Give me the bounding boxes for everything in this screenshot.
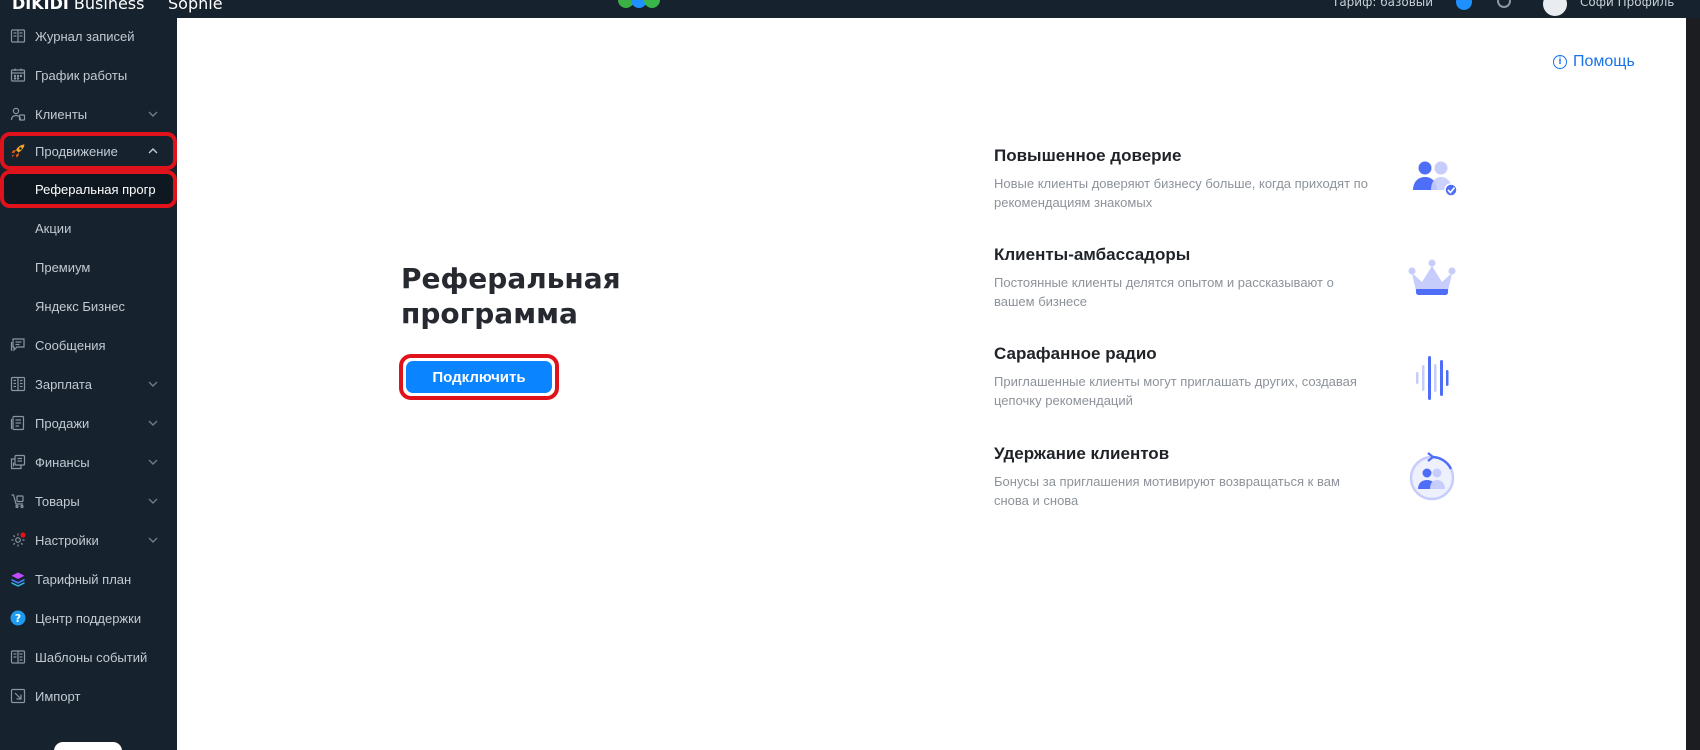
bell-icon[interactable] bbox=[1497, 0, 1511, 8]
sidebar-item-label: График работы bbox=[35, 67, 128, 83]
goods-icon bbox=[9, 492, 27, 510]
account-name[interactable]: Софи Профиль bbox=[1580, 0, 1674, 9]
templates-icon bbox=[9, 648, 27, 666]
sidebar-item-label: Тарифный план bbox=[35, 571, 132, 587]
connect-button[interactable]: Подключить bbox=[406, 361, 552, 393]
feature-item: Повышенное доверие Новые клиенты доверяю… bbox=[994, 146, 1464, 212]
sidebar-collapse-button[interactable] bbox=[54, 742, 122, 750]
sidebar: Журнал записей График работы Клиенты Про… bbox=[0, 18, 177, 750]
trust-people-icon bbox=[1413, 161, 1458, 197]
sidebar-item-journal[interactable]: Журнал записей bbox=[0, 20, 177, 52]
feature-title: Клиенты-амбассадоры bbox=[994, 245, 1191, 264]
feature-description: Приглашенные клиенты могут приглашать др… bbox=[994, 374, 1357, 408]
chevron-down-icon bbox=[148, 459, 158, 465]
avatar[interactable] bbox=[1543, 0, 1567, 16]
feature-description: Бонусы за приглашения мотивируют возвращ… bbox=[994, 474, 1340, 508]
brand-logo[interactable]: DIKIDI Business bbox=[12, 0, 144, 13]
feature-item: Сарафанное радио Приглашенные клиенты мо… bbox=[994, 344, 1464, 410]
sidebar-item-clients[interactable]: Клиенты bbox=[0, 98, 177, 130]
sidebar-item-finance[interactable]: Финансы bbox=[0, 446, 177, 478]
sidebar-item-salary[interactable]: Зарплата bbox=[0, 368, 177, 400]
sidebar-item-tariff[interactable]: Тарифный план bbox=[0, 563, 177, 595]
calendar-icon bbox=[9, 66, 27, 84]
chevron-up-icon bbox=[148, 148, 158, 154]
sidebar-item-label: Клиенты bbox=[35, 106, 88, 122]
chevron-down-icon bbox=[148, 537, 158, 543]
sidebar-item-support[interactable]: ? Центр поддержки bbox=[0, 602, 177, 634]
salary-icon bbox=[9, 375, 27, 393]
messages-icon bbox=[9, 336, 27, 354]
sidebar-item-settings[interactable]: Настройки bbox=[0, 524, 177, 556]
sidebar-item-label: Товары bbox=[35, 493, 80, 509]
help-circle-icon: ? bbox=[9, 609, 27, 627]
chevron-down-icon bbox=[148, 381, 158, 387]
settings-icon bbox=[9, 531, 27, 549]
sidebar-item-promotion[interactable]: Продвижение bbox=[0, 132, 177, 170]
help-label: Помощь bbox=[1573, 53, 1635, 70]
finance-icon bbox=[9, 453, 27, 471]
feature-title: Удержание клиентов bbox=[994, 444, 1170, 463]
sidebar-item-label: Импорт bbox=[35, 688, 81, 704]
top-bar: DIKIDI Business Sophie Тариф: базовый Со… bbox=[0, 0, 1700, 18]
sidebar-item-templates[interactable]: Шаблоны событий bbox=[0, 641, 177, 673]
clients-icon bbox=[9, 105, 27, 123]
sound-wave-icon bbox=[1416, 356, 1449, 400]
tariff-label[interactable]: Тариф: базовый bbox=[1332, 0, 1433, 9]
sidebar-item-yandex-business[interactable]: Яндекс Бизнес bbox=[0, 290, 177, 322]
sidebar-item-referral[interactable]: Реферальная прогр bbox=[0, 170, 177, 208]
import-icon bbox=[9, 687, 27, 705]
main-content: i Помощь Реферальная программа Подключит… bbox=[177, 18, 1686, 750]
rocket-icon bbox=[9, 142, 27, 160]
chevron-down-icon bbox=[148, 498, 158, 504]
sidebar-item-label: Премиум bbox=[35, 259, 91, 275]
sidebar-item-sales[interactable]: Продажи bbox=[0, 407, 177, 439]
feature-title: Повышенное доверие bbox=[994, 146, 1182, 165]
feature-title: Сарафанное радио bbox=[994, 344, 1157, 363]
page-title: Реферальная программа bbox=[401, 262, 621, 330]
sidebar-item-goods[interactable]: Товары bbox=[0, 485, 177, 517]
sidebar-item-label: Центр поддержки bbox=[35, 610, 142, 626]
crown-icon bbox=[1408, 259, 1456, 295]
sidebar-item-label: Акции bbox=[35, 220, 72, 236]
sidebar-item-label: Реферальная прогр bbox=[35, 181, 156, 197]
connect-button-highlight: Подключить bbox=[399, 354, 559, 400]
sidebar-item-import[interactable]: Импорт bbox=[0, 680, 177, 712]
status-dot-icon[interactable] bbox=[1456, 0, 1472, 10]
info-icon: i bbox=[1553, 55, 1567, 69]
sidebar-item-label: Сообщения bbox=[35, 337, 106, 353]
sales-icon bbox=[9, 414, 27, 432]
feature-item: Клиенты-амбассадоры Постоянные клиенты д… bbox=[994, 245, 1464, 311]
sidebar-item-label: Журнал записей bbox=[35, 28, 135, 44]
sidebar-item-messages[interactable]: Сообщения bbox=[0, 329, 177, 361]
help-link[interactable]: i Помощь bbox=[1553, 53, 1635, 71]
feature-item: Удержание клиентов Бонусы за приглашения… bbox=[994, 444, 1464, 510]
layers-icon bbox=[9, 570, 27, 588]
sidebar-item-premium[interactable]: Премиум bbox=[0, 251, 177, 283]
journal-icon bbox=[9, 27, 27, 45]
chevron-down-icon bbox=[148, 420, 158, 426]
feature-description: Постоянные клиенты делятся опытом и расс… bbox=[994, 275, 1334, 309]
retention-icon bbox=[1409, 452, 1455, 501]
partner-logo-icon bbox=[618, 0, 664, 10]
sidebar-item-promotions[interactable]: Акции bbox=[0, 212, 177, 244]
sidebar-item-label: Шаблоны событий bbox=[35, 649, 148, 665]
branch-name[interactable]: Sophie bbox=[168, 0, 223, 13]
sidebar-item-label: Настройки bbox=[35, 532, 99, 548]
sidebar-item-label: Зарплата bbox=[35, 376, 92, 392]
sidebar-item-label: Продвижение bbox=[35, 143, 118, 159]
sidebar-item-label: Продажи bbox=[35, 415, 90, 431]
feature-description: Новые клиенты доверяют бизнесу больше, к… bbox=[994, 176, 1368, 210]
sidebar-item-label: Яндекс Бизнес bbox=[35, 298, 125, 314]
svg-text:?: ? bbox=[15, 612, 21, 625]
sidebar-item-schedule[interactable]: График работы bbox=[0, 59, 177, 91]
sidebar-item-label: Финансы bbox=[35, 454, 90, 470]
chevron-down-icon bbox=[148, 111, 158, 117]
